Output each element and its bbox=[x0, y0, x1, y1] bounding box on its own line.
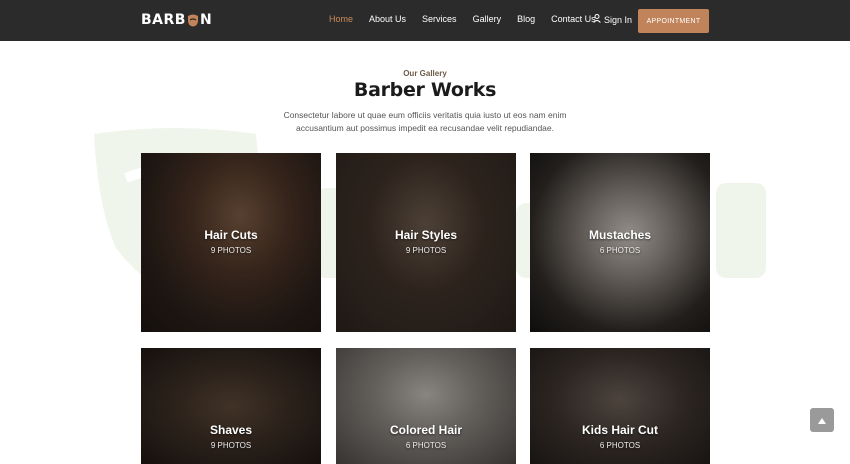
section-eyebrow: Our Gallery bbox=[403, 69, 447, 78]
card-title: Kids Hair Cut bbox=[581, 423, 658, 437]
gallery-card-shaves[interactable]: Shaves 9 PHOTOS bbox=[141, 348, 321, 464]
nav-item-blog[interactable]: Blog bbox=[517, 14, 535, 24]
nav-item-home[interactable]: Home bbox=[329, 14, 353, 24]
section-title: Barber Works bbox=[353, 79, 497, 101]
card-image bbox=[141, 153, 321, 332]
card-title: Colored Hair bbox=[389, 423, 462, 437]
beard-logo-icon bbox=[187, 14, 199, 27]
card-title: Hair Styles bbox=[394, 228, 458, 242]
logo-text-right: N bbox=[199, 12, 213, 28]
section-description: Consectetur labore ut quae eum officiis … bbox=[283, 110, 567, 133]
gallery-card-colored-hair[interactable]: Colored Hair 6 PHOTOS bbox=[336, 348, 516, 464]
card-title: Mustaches bbox=[588, 228, 652, 242]
nav-item-contact-us[interactable]: Contact Us bbox=[551, 14, 596, 24]
logo-text-left: BARB bbox=[141, 12, 186, 28]
logo[interactable]: BARB N bbox=[141, 11, 212, 29]
card-count: 9 PHOTOS bbox=[210, 246, 252, 255]
gallery-card-hair-cuts[interactable]: Hair Cuts 9 PHOTOS bbox=[141, 153, 321, 332]
card-count: 6 PHOTOS bbox=[599, 246, 641, 255]
site-header: BARB N Home About Us Services Gallery Bl… bbox=[0, 0, 850, 41]
user-icon bbox=[593, 14, 604, 25]
gallery-card-hair-styles[interactable]: Hair Styles 9 PHOTOS bbox=[336, 153, 516, 332]
nav-item-gallery[interactable]: Gallery bbox=[473, 14, 502, 24]
card-count: 9 PHOTOS bbox=[210, 441, 252, 450]
card-count: 9 PHOTOS bbox=[405, 246, 447, 255]
sign-in-label: Sign In bbox=[604, 14, 633, 25]
sign-in-link[interactable]: Sign In bbox=[593, 14, 632, 25]
nav-item-about-us[interactable]: About Us bbox=[369, 14, 406, 24]
scroll-to-top-button[interactable] bbox=[810, 408, 834, 432]
arrow-up-icon bbox=[818, 411, 826, 429]
nav-item-services[interactable]: Services bbox=[422, 14, 457, 24]
card-title: Shaves bbox=[209, 423, 253, 437]
appointment-button[interactable]: APPOINTMENT bbox=[638, 9, 709, 33]
card-title: Hair Cuts bbox=[204, 228, 258, 242]
main-nav: Home About Us Services Gallery Blog Cont… bbox=[329, 14, 612, 24]
gallery-card-kids-hair-cut[interactable]: Kids Hair Cut 6 PHOTOS bbox=[530, 348, 710, 464]
card-count: 6 PHOTOS bbox=[405, 441, 447, 450]
card-count: 6 PHOTOS bbox=[599, 441, 641, 450]
card-image bbox=[336, 153, 516, 332]
card-image bbox=[530, 153, 710, 332]
gallery-card-mustaches[interactable]: Mustaches 6 PHOTOS bbox=[530, 153, 710, 332]
